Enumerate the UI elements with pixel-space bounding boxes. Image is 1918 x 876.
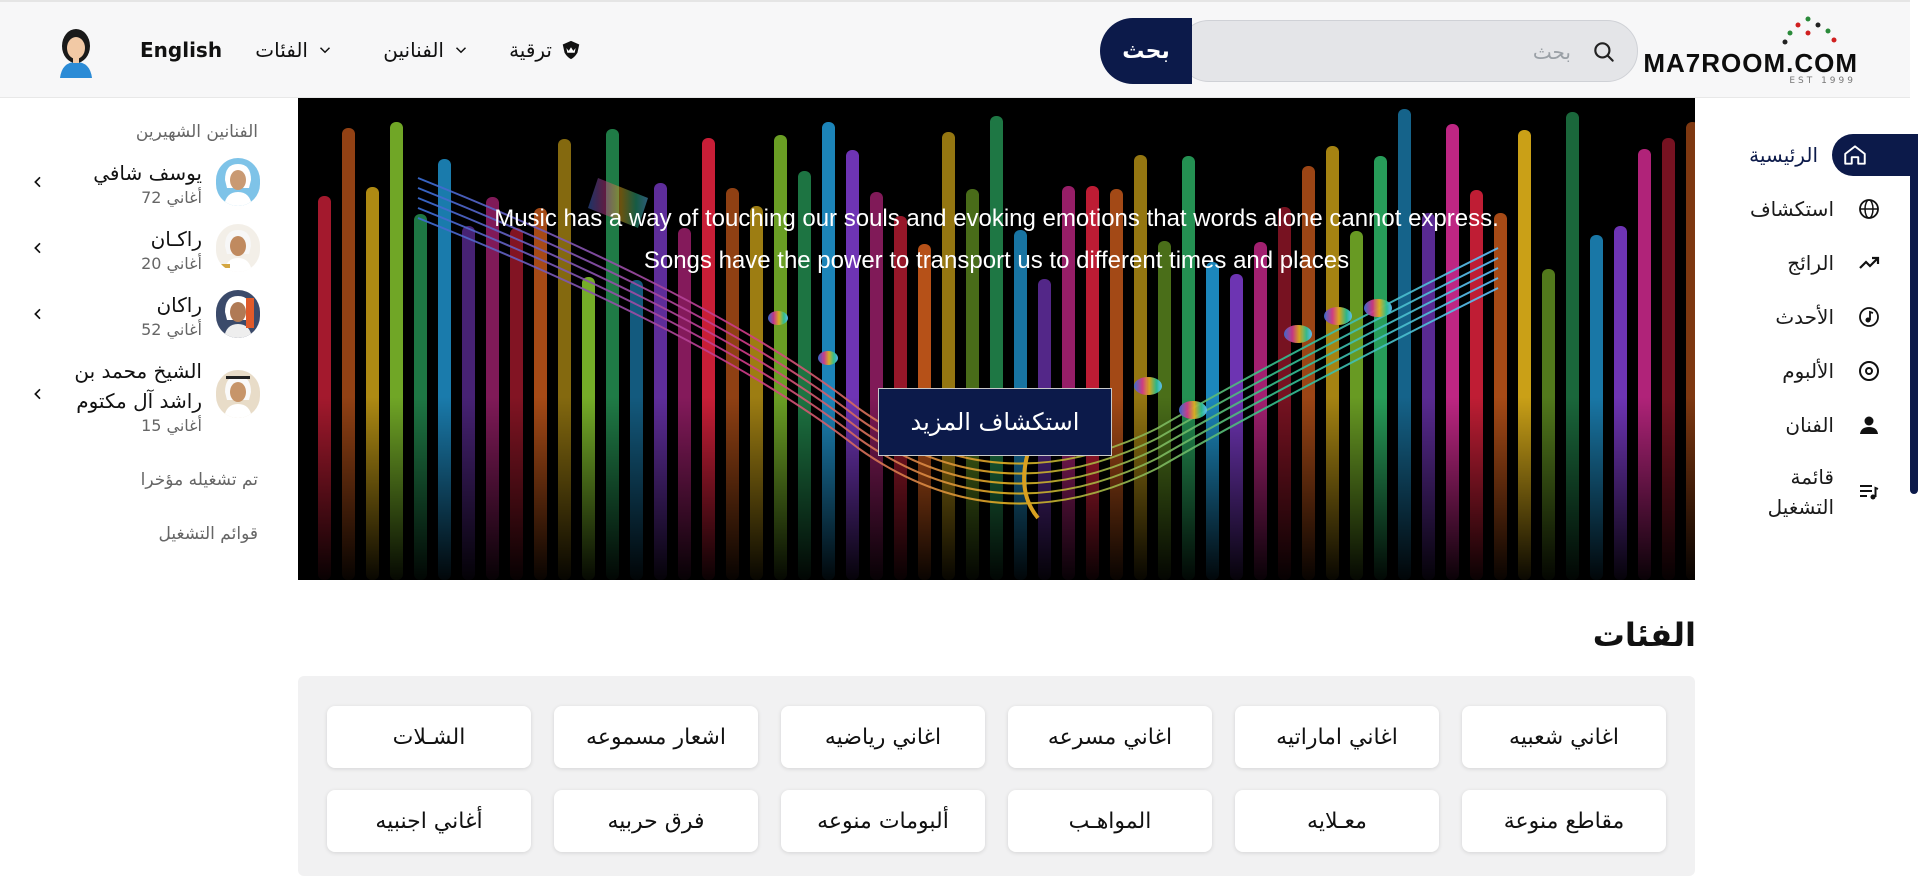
- logo-text: MA7ROOM.COM: [1643, 48, 1858, 78]
- nav-album-label: الألبوم: [1782, 359, 1834, 383]
- artist-name: الشيخ محمد بن راشد آل مكتوم: [74, 359, 202, 413]
- logo-est: EST 1999: [1789, 76, 1856, 86]
- artist-name: راكان: [156, 293, 202, 317]
- nav-explore[interactable]: استكشاف: [1698, 186, 1918, 232]
- category-chip[interactable]: اغاني اماراتيه: [1235, 706, 1439, 768]
- chevron-down-icon: [455, 47, 467, 54]
- artist-song-count: 72 أغاني: [141, 188, 202, 207]
- search-field[interactable]: [1178, 20, 1638, 82]
- nav-categories-dropdown[interactable]: الفئات: [255, 38, 334, 62]
- home-icon: [1832, 134, 1918, 176]
- album-icon: [1848, 350, 1890, 392]
- artist-name: راكـان: [150, 227, 202, 251]
- nav-playlist-label: قائمة التشغيل: [1767, 465, 1834, 519]
- site-logo[interactable]: MA7ROOM.COM EST 1999: [1643, 16, 1858, 86]
- new-music-icon: [1848, 296, 1890, 338]
- artist-song-count: 15 أغاني: [141, 416, 202, 435]
- nav-playlist[interactable]: قائمة التشغيل: [1698, 456, 1918, 528]
- category-chip[interactable]: فرق حربيه: [554, 790, 758, 852]
- artist-photo: [216, 370, 260, 418]
- hero-quote-line1: Music has a way of touching our souls an…: [494, 205, 1499, 232]
- nav-artist-label: الفنان: [1785, 413, 1834, 437]
- language-switch[interactable]: English: [140, 38, 222, 62]
- category-chip[interactable]: الشـلات: [327, 706, 531, 768]
- nav-home-label: الرئيسية: [1749, 143, 1818, 167]
- nav-trending-label: الرائج: [1787, 251, 1834, 275]
- nav-artists-dropdown[interactable]: الفنانين: [383, 38, 470, 62]
- search-bar: بحث: [1100, 18, 1638, 84]
- category-chip[interactable]: مقاطع منوعة: [1462, 790, 1666, 852]
- search-button[interactable]: بحث: [1100, 18, 1192, 84]
- artist-photo: [216, 158, 260, 206]
- playlists-link[interactable]: قوائم التشغيل: [159, 524, 259, 544]
- nav-artist[interactable]: الفنان: [1698, 402, 1918, 448]
- categories-title: الفئات: [1592, 616, 1696, 654]
- nav-categories-label: الفئات: [255, 38, 308, 62]
- playlist-icon: [1848, 471, 1890, 513]
- category-chip[interactable]: اشعار مسموعه: [554, 706, 758, 768]
- logo-dots-icon: [1782, 16, 1837, 45]
- nav-upgrade[interactable]: ترقية: [509, 38, 582, 62]
- chevron-left-icon[interactable]: [30, 174, 46, 190]
- nav-artists-label: الفنانين: [383, 38, 444, 62]
- categories-panel: اغاني شعبيه اغاني اماراتيه اغاني مسرعه ا…: [298, 676, 1695, 876]
- category-chip[interactable]: اغاني رياضيه: [781, 706, 985, 768]
- chevron-left-icon[interactable]: [30, 386, 46, 402]
- artist-name: يوسف شافي: [93, 161, 202, 185]
- artist-song-count: 20 أغاني: [141, 254, 202, 273]
- nav-trending[interactable]: الرائج: [1698, 240, 1918, 286]
- hero-quote: Music has a way of touching our souls an…: [298, 198, 1695, 282]
- nav-album[interactable]: الألبوم: [1698, 348, 1918, 394]
- search-icon: [1594, 42, 1614, 62]
- search-input[interactable]: [1211, 35, 1571, 69]
- chevron-down-icon: [319, 47, 331, 54]
- category-chip[interactable]: المواهـب: [1008, 790, 1212, 852]
- hero-quote-line2: Songs have the power to transport us to …: [643, 247, 1350, 274]
- category-chip[interactable]: اغاني شعبيه: [1462, 706, 1666, 768]
- category-chip[interactable]: ألبومات منوعه: [781, 790, 985, 852]
- page-scrollbar[interactable]: [1910, 158, 1918, 494]
- nav-upgrade-label: ترقية: [509, 38, 552, 62]
- artist-song-count: 52 أغاني: [141, 320, 202, 339]
- chevron-left-icon[interactable]: [30, 306, 46, 322]
- popular-artists-title: الفنانين الشهيرين: [135, 122, 258, 142]
- recently-played-link[interactable]: تم تشغيله مؤخرا: [141, 470, 258, 490]
- artists-sidebar: الفنانين الشهيرين يوسف شافي 72 أغاني راك…: [0, 98, 290, 876]
- shield-crown-icon: [562, 40, 580, 60]
- category-chip[interactable]: معـلايه: [1235, 790, 1439, 852]
- person-icon: [1848, 404, 1890, 446]
- hero-banner: Music has a way of touching our souls an…: [298, 98, 1695, 580]
- category-chip[interactable]: أغاني اجنبيه: [327, 790, 531, 852]
- nav-latest[interactable]: الأحدث: [1698, 294, 1918, 340]
- nav-explore-label: استكشاف: [1749, 197, 1834, 221]
- music-equalizer-graphic: [298, 98, 1695, 580]
- artist-photo: [216, 224, 260, 272]
- top-header: MA7ROOM.COM EST 1999 بحث ترقية الفنانين …: [0, 0, 1910, 98]
- trending-icon: [1848, 242, 1890, 284]
- chevron-left-icon[interactable]: [30, 240, 46, 256]
- nav-home[interactable]: الرئيسية: [1698, 132, 1918, 178]
- globe-icon: [1848, 188, 1890, 230]
- category-chip[interactable]: اغاني مسرعه: [1008, 706, 1212, 768]
- artist-photo: [216, 290, 260, 338]
- user-avatar[interactable]: [50, 24, 102, 78]
- explore-more-button[interactable]: استكشاف المزيد: [878, 388, 1112, 456]
- nav-latest-label: الأحدث: [1775, 305, 1834, 329]
